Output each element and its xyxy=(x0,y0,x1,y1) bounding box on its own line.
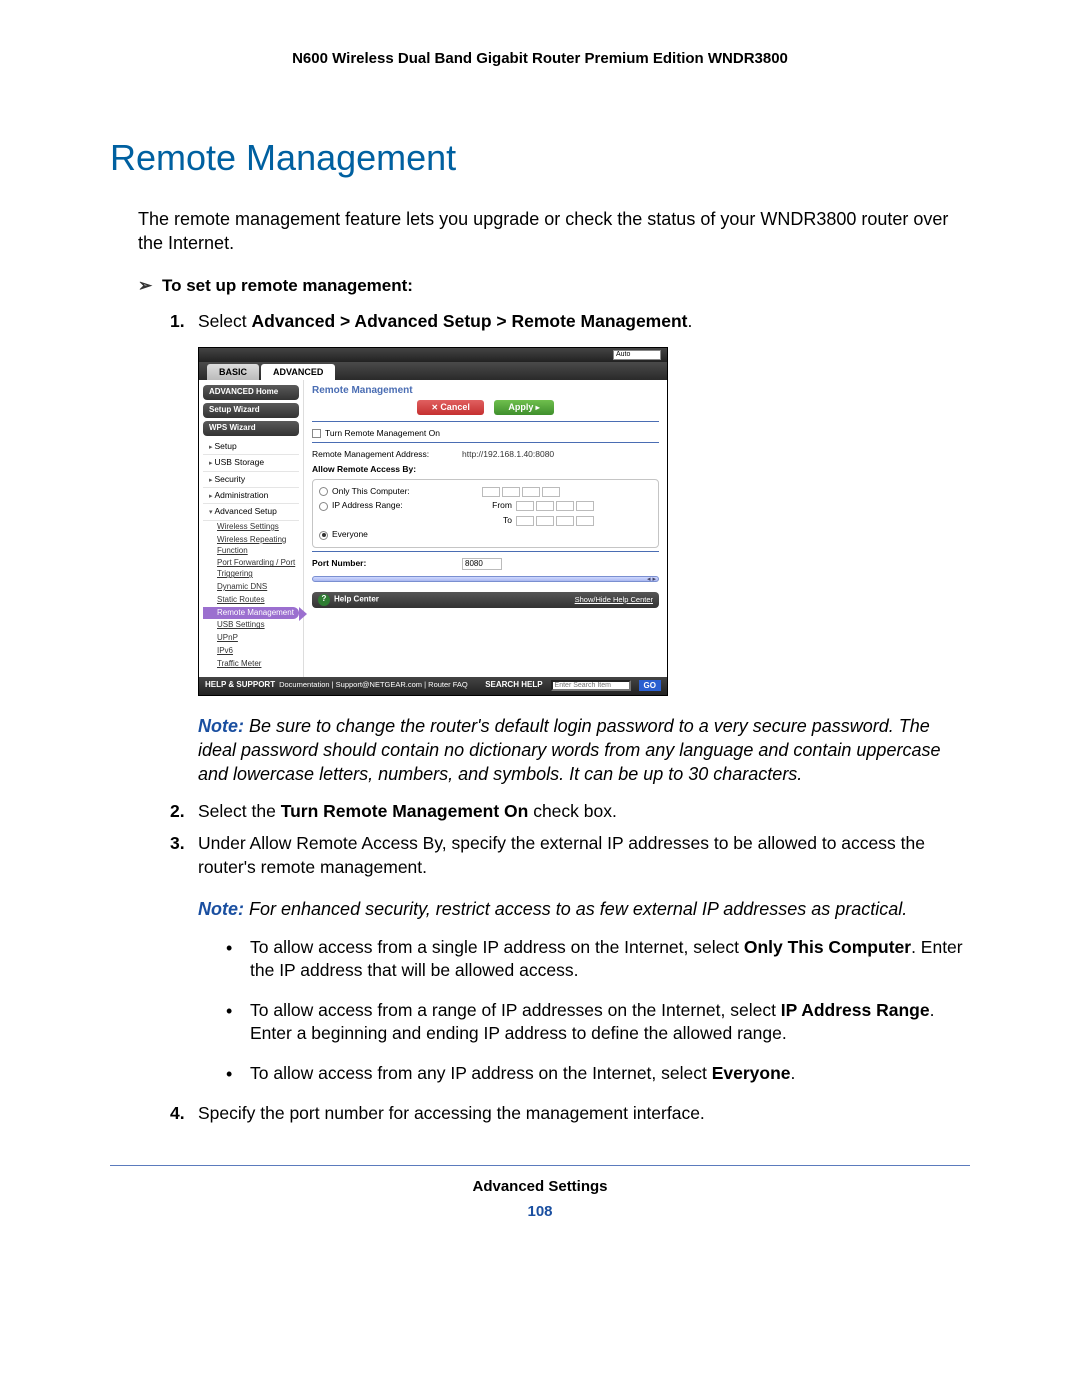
step-number: 3. xyxy=(170,832,185,856)
intro-paragraph: The remote management feature lets you u… xyxy=(138,207,970,256)
sub-port-forwarding[interactable]: Port Forwarding / Port Triggering xyxy=(203,557,299,581)
tab-advanced[interactable]: ADVANCED xyxy=(261,364,335,380)
step-2: 2. Select the Turn Remote Management On … xyxy=(170,800,970,824)
bullet-2-bold: IP Address Range xyxy=(781,1000,930,1020)
search-input[interactable] xyxy=(551,680,631,691)
ip-to-inputs[interactable] xyxy=(516,516,594,526)
sub-traffic-meter[interactable]: Traffic Meter xyxy=(203,658,299,671)
help-center-bar[interactable]: ? Help Center Show/Hide Help Center xyxy=(312,592,659,608)
addr-value: http://192.168.1.40:8080 xyxy=(462,449,554,460)
footer-links[interactable]: Documentation | Support@NETGEAR.com | Ro… xyxy=(279,680,468,690)
note-1: Note: Be sure to change the router's def… xyxy=(198,714,970,787)
step-2-text-pre: Select the xyxy=(198,801,281,821)
note-1-text: Be sure to change the router's default l… xyxy=(198,716,940,785)
sub-remote-management[interactable]: Remote Management xyxy=(203,607,299,620)
ip-only-inputs[interactable] xyxy=(482,487,560,497)
sidebar-item-advanced-setup[interactable]: Advanced Setup xyxy=(203,504,299,520)
help-center-label: Help Center xyxy=(334,594,379,603)
help-support-label: HELP & SUPPORT xyxy=(205,680,275,691)
step-number: 1. xyxy=(170,310,185,334)
bullet-2-pre: To allow access from a range of IP addre… xyxy=(250,1000,781,1020)
footer-page-number: 108 xyxy=(110,1203,970,1220)
sidebar-item-administration[interactable]: Administration xyxy=(203,488,299,504)
sidebar-pill-advanced-home[interactable]: ADVANCED Home xyxy=(203,385,299,400)
sub-upnp[interactable]: UPnP xyxy=(203,632,299,645)
sidebar-item-setup[interactable]: Setup xyxy=(203,439,299,455)
sidebar: ADVANCED Home Setup Wizard WPS Wizard Se… xyxy=(199,380,304,676)
note-2-label: Note: xyxy=(198,899,244,919)
allow-head: Allow Remote Access By: xyxy=(312,464,659,475)
task-heading: ➢ To set up remote management: xyxy=(138,276,970,296)
question-icon: ? xyxy=(318,594,330,606)
step-1-text-pre: Select xyxy=(198,311,252,331)
radio-everyone[interactable] xyxy=(319,531,328,540)
bullet-1-bold: Only This Computer xyxy=(744,937,911,957)
router-screenshot: Auto BASIC ADVANCED ADVANCED Home Setup … xyxy=(198,347,668,695)
note-2-text: For enhanced security, restrict access t… xyxy=(244,899,907,919)
search-help-label: SEARCH HELP xyxy=(485,680,542,691)
step-2-text-bold: Turn Remote Management On xyxy=(281,801,529,821)
sub-ipv6[interactable]: IPv6 xyxy=(203,645,299,658)
port-input[interactable] xyxy=(462,558,502,570)
bullet-1-pre: To allow access from a single IP address… xyxy=(250,937,744,957)
radio-only-this[interactable] xyxy=(319,487,328,496)
sub-wireless-settings[interactable]: Wireless Settings xyxy=(203,521,299,534)
step-1-text-post: . xyxy=(688,311,693,331)
panel-title: Remote Management xyxy=(312,384,659,398)
scrollbar[interactable] xyxy=(312,576,659,582)
addr-label: Remote Management Address: xyxy=(312,449,462,460)
step-4: 4. Specify the port number for accessing… xyxy=(170,1102,970,1126)
main-panel: Remote Management Cancel Apply Turn Remo… xyxy=(304,380,667,676)
step-number: 4. xyxy=(170,1102,185,1126)
sub-usb-settings[interactable]: USB Settings xyxy=(203,619,299,632)
ip-from-inputs[interactable] xyxy=(516,501,594,511)
step-1: 1. Select Advanced > Advanced Setup > Re… xyxy=(170,310,970,787)
opt-only-label: Only This Computer: xyxy=(332,486,482,497)
bullet-3-pre: To allow access from any IP address on t… xyxy=(250,1063,712,1083)
go-button[interactable]: GO xyxy=(639,680,661,691)
step-3: 3. Under Allow Remote Access By, specify… xyxy=(170,832,970,1086)
task-heading-text: To set up remote management: xyxy=(162,276,413,295)
step-number: 2. xyxy=(170,800,185,824)
turn-on-checkbox[interactable] xyxy=(312,429,321,438)
opt-everyone-label: Everyone xyxy=(332,529,368,540)
bullet-1: To allow access from a single IP address… xyxy=(226,936,970,983)
sidebar-item-usb-storage[interactable]: USB Storage xyxy=(203,455,299,471)
step-3-text: Under Allow Remote Access By, specify th… xyxy=(198,833,925,877)
bullet-2: To allow access from a range of IP addre… xyxy=(226,999,970,1046)
help-toggle-link[interactable]: Show/Hide Help Center xyxy=(575,595,653,605)
sidebar-item-security[interactable]: Security xyxy=(203,472,299,488)
step-2-text-post: check box. xyxy=(528,801,617,821)
opt-range-label: IP Address Range: xyxy=(332,500,482,511)
sub-wireless-repeating[interactable]: Wireless Repeating Function xyxy=(203,534,299,558)
step-4-text: Specify the port number for accessing th… xyxy=(198,1103,705,1123)
section-title: Remote Management xyxy=(110,137,970,179)
apply-button[interactable]: Apply xyxy=(494,400,553,415)
sidebar-pill-wps-wizard[interactable]: WPS Wizard xyxy=(203,421,299,436)
chevron-right-icon: ➢ xyxy=(138,276,152,296)
port-label: Port Number: xyxy=(312,558,462,569)
sidebar-pill-setup-wizard[interactable]: Setup Wizard xyxy=(203,403,299,418)
product-header: N600 Wireless Dual Band Gigabit Router P… xyxy=(110,50,970,67)
note-2: Note: For enhanced security, restrict ac… xyxy=(198,897,970,921)
step-1-text-bold: Advanced > Advanced Setup > Remote Manag… xyxy=(252,311,688,331)
bullet-3: To allow access from any IP address on t… xyxy=(226,1062,970,1086)
tab-basic[interactable]: BASIC xyxy=(207,364,259,380)
footer-section: Advanced Settings xyxy=(110,1178,970,1195)
bullet-3-post: . xyxy=(791,1063,796,1083)
from-label: From xyxy=(482,500,512,511)
radio-ip-range[interactable] xyxy=(319,502,328,511)
language-select[interactable]: Auto xyxy=(613,350,661,360)
footer-rule xyxy=(110,1165,970,1166)
sub-dynamic-dns[interactable]: Dynamic DNS xyxy=(203,581,299,594)
turn-on-label: Turn Remote Management On xyxy=(325,428,440,439)
bullet-3-bold: Everyone xyxy=(712,1063,791,1083)
to-label: To xyxy=(482,515,512,526)
cancel-button[interactable]: Cancel xyxy=(417,400,483,415)
sub-static-routes[interactable]: Static Routes xyxy=(203,594,299,607)
note-1-label: Note: xyxy=(198,716,244,736)
